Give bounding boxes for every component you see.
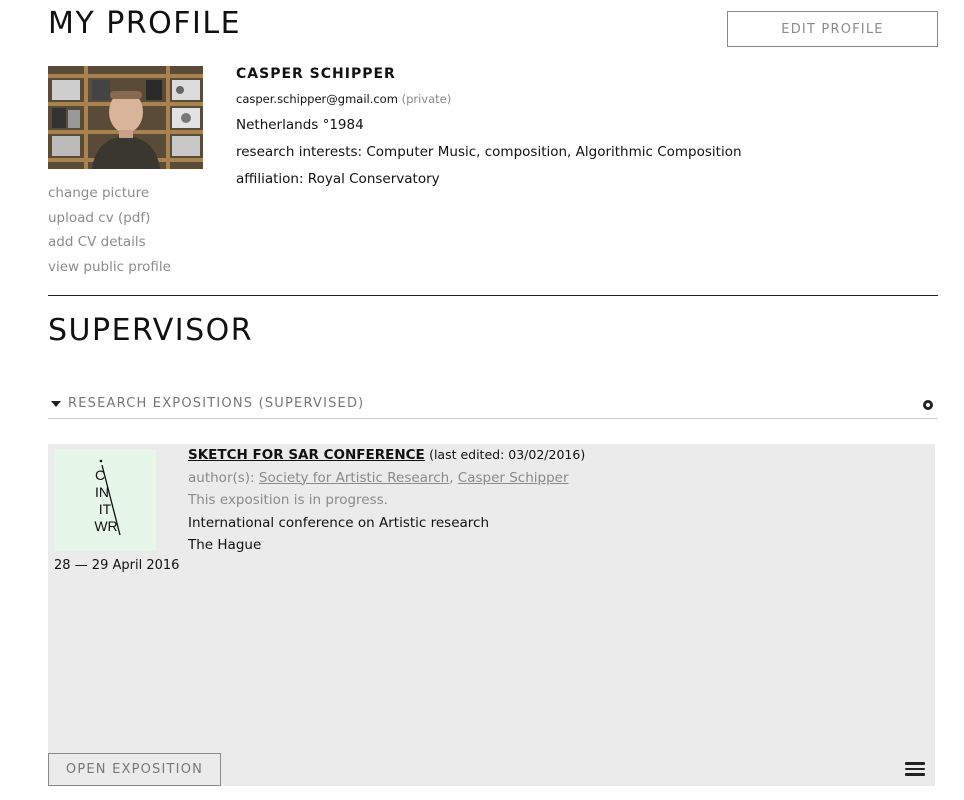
add-cv-details-link[interactable]: add CV details bbox=[48, 230, 171, 255]
profile-side-links: change picture upload cv (pdf) add CV de… bbox=[48, 181, 171, 279]
section-divider bbox=[48, 295, 938, 296]
authors-label: author(s): bbox=[188, 469, 259, 486]
thumbnail-letter-c: C bbox=[95, 467, 105, 483]
exposition-details: SKETCH FOR SAR CONFERENCE (last edited: … bbox=[188, 444, 585, 557]
hamburger-menu-icon[interactable] bbox=[905, 762, 925, 778]
author-link-casper[interactable]: Casper Schipper bbox=[458, 470, 569, 486]
author-separator: , bbox=[449, 469, 458, 486]
profile-email-row: casper.schipper@gmail.com (private) bbox=[236, 86, 742, 112]
author-link-society[interactable]: Society for Artistic Research bbox=[259, 470, 449, 486]
supervisor-title: SUPERVISOR bbox=[48, 313, 254, 348]
page-title: MY PROFILE bbox=[48, 6, 242, 41]
expositions-section-label: RESEARCH EXPOSITIONS (SUPERVISED) bbox=[68, 396, 365, 411]
expositions-section-header[interactable]: RESEARCH EXPOSITIONS (SUPERVISED) bbox=[48, 395, 938, 419]
profile-country: Netherlands °1984 bbox=[236, 117, 364, 133]
view-public-profile-link[interactable]: view public profile bbox=[48, 255, 171, 280]
email-visibility: (private) bbox=[401, 92, 452, 106]
profile-info: CASPER SCHIPPER casper.schipper@gmail.co… bbox=[236, 64, 742, 193]
exposition-authors-row: author(s): Society for Artistic Research… bbox=[188, 467, 585, 490]
profile-avatar bbox=[48, 66, 203, 169]
thumbnail-letter-wr: WR bbox=[94, 518, 117, 534]
edit-profile-button[interactable]: EDIT PROFILE bbox=[727, 11, 938, 47]
open-exposition-button[interactable]: OPEN EXPOSITION bbox=[48, 753, 221, 786]
exposition-thumbnail[interactable]: C IN IT WR bbox=[54, 449, 156, 551]
exposition-title-row: SKETCH FOR SAR CONFERENCE (last edited: … bbox=[188, 444, 585, 467]
thumbnail-letter-in: IN bbox=[95, 484, 109, 500]
exposition-date: 28 — 29 April 2016 bbox=[54, 558, 180, 573]
triangle-down-icon[interactable] bbox=[51, 400, 61, 407]
exposition-card: C IN IT WR 28 — 29 April 2016 SKETCH FOR… bbox=[48, 444, 935, 786]
profile-name: CASPER SCHIPPER bbox=[236, 66, 396, 82]
exposition-status: This exposition is in progress. bbox=[188, 492, 388, 508]
exposition-description: International conference on Artistic res… bbox=[188, 514, 490, 531]
thumbnail-letter-it: IT bbox=[99, 501, 112, 517]
exposition-last-edited: (last edited: 03/02/2016) bbox=[429, 447, 586, 462]
profile-email: casper.schipper@gmail.com bbox=[236, 92, 398, 106]
profile-research-interests: research interests: Computer Music, comp… bbox=[236, 144, 742, 160]
change-picture-link[interactable]: change picture bbox=[48, 181, 171, 206]
exposition-title-link[interactable]: SKETCH FOR SAR CONFERENCE bbox=[188, 447, 425, 463]
settings-dot-icon[interactable] bbox=[923, 400, 933, 410]
exposition-location: The Hague bbox=[188, 537, 262, 553]
upload-cv-link[interactable]: upload cv (pdf) bbox=[48, 206, 171, 231]
profile-affiliation: affiliation: Royal Conservatory bbox=[236, 171, 440, 187]
